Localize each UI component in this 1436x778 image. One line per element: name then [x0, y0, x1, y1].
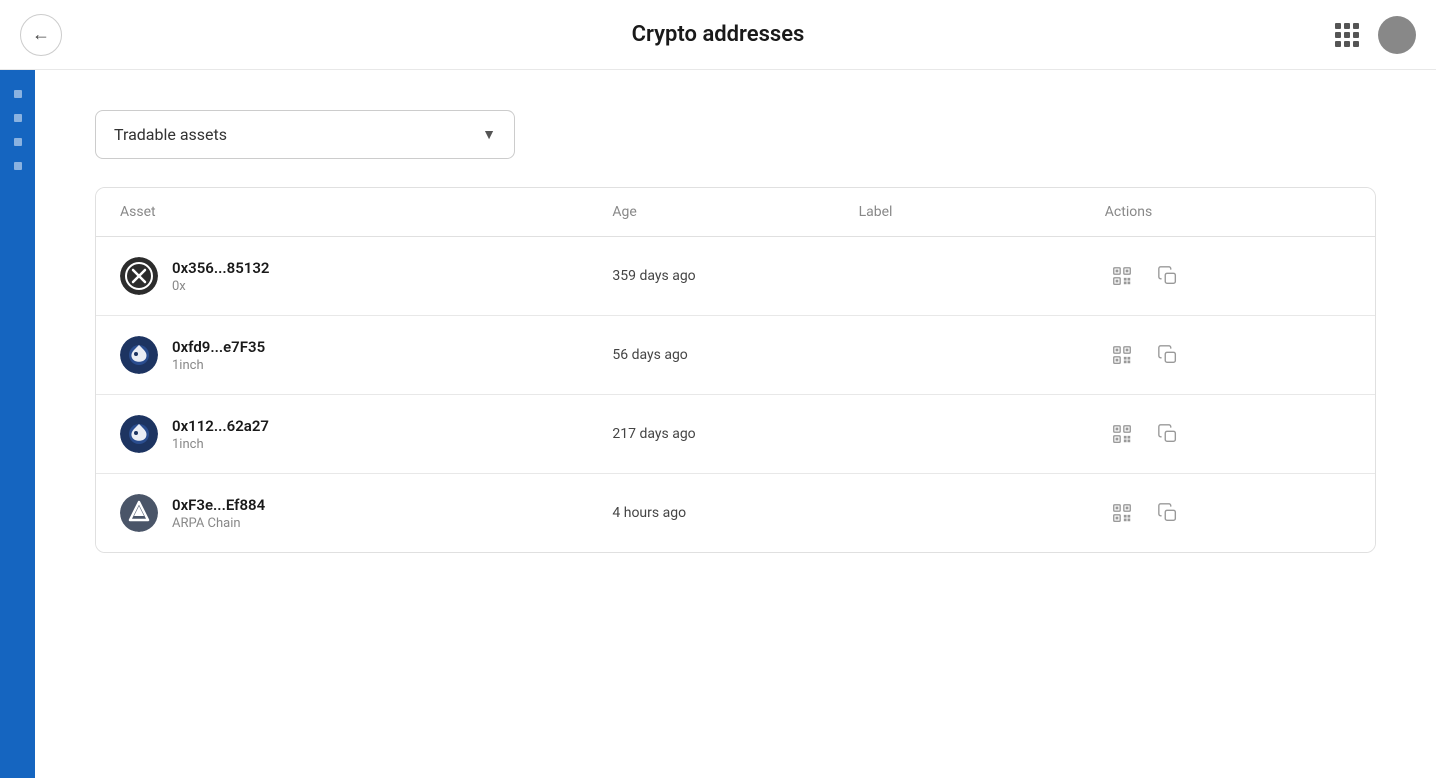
asset-cell: 0xfd9...e7F35 1inch — [120, 336, 612, 374]
actions-cell — [1105, 338, 1351, 372]
copy-button[interactable] — [1151, 259, 1185, 293]
asset-icon-1inch-1 — [120, 336, 158, 374]
copy-button[interactable] — [1151, 338, 1185, 372]
asset-info: 0x356...85132 0x — [172, 259, 270, 294]
table-row: 0xfd9...e7F35 1inch 56 days ago — [96, 316, 1375, 395]
actions-cell — [1105, 496, 1351, 530]
age-cell: 359 days ago — [612, 268, 858, 284]
age-cell: 217 days ago — [612, 426, 858, 442]
col-header-age: Age — [612, 204, 858, 220]
addresses-table: Asset Age Label Actions — [95, 187, 1376, 553]
qr-code-button[interactable] — [1105, 259, 1139, 293]
asset-cell: 0x356...85132 0x — [120, 257, 612, 295]
age-cell: 56 days ago — [612, 347, 858, 363]
qr-code-button[interactable] — [1105, 496, 1139, 530]
dropdown-label: Tradable assets — [114, 125, 227, 144]
qr-code-button[interactable] — [1105, 338, 1139, 372]
main-content: Tradable assets ▼ Asset Age Label Action… — [35, 70, 1436, 778]
asset-address: 0x356...85132 — [172, 259, 270, 277]
table-row: 0x112...62a27 1inch 217 days ago — [96, 395, 1375, 474]
apps-icon-button[interactable] — [1328, 16, 1366, 54]
asset-cell: 0x112...62a27 1inch — [120, 415, 612, 453]
sidebar-item-2 — [14, 114, 22, 122]
sidebar — [0, 70, 35, 778]
asset-address: 0xfd9...e7F35 — [172, 338, 265, 356]
asset-token-name: ARPA Chain — [172, 516, 265, 531]
sidebar-item-4 — [14, 162, 22, 170]
col-header-actions: Actions — [1105, 204, 1351, 220]
asset-token-name: 1inch — [172, 437, 269, 452]
asset-icon-1inch-2 — [120, 415, 158, 453]
asset-info: 0x112...62a27 1inch — [172, 417, 269, 452]
tradable-assets-dropdown[interactable]: Tradable assets ▼ — [95, 110, 515, 159]
table-row: 0x356...85132 0x 359 days ago — [96, 237, 1375, 316]
asset-icon-0x — [120, 257, 158, 295]
asset-cell: 0xF3e...Ef884 ARPA Chain — [120, 494, 612, 532]
age-cell: 4 hours ago — [612, 505, 858, 521]
asset-icon-arpa — [120, 494, 158, 532]
actions-cell — [1105, 259, 1351, 293]
chevron-down-icon: ▼ — [482, 126, 496, 143]
col-header-label: Label — [859, 204, 1105, 220]
header-left: ← — [20, 14, 62, 56]
asset-token-name: 0x — [172, 279, 270, 294]
main-layout: Tradable assets ▼ Asset Age Label Action… — [0, 70, 1436, 778]
copy-button[interactable] — [1151, 496, 1185, 530]
table-header: Asset Age Label Actions — [96, 188, 1375, 237]
user-avatar[interactable] — [1378, 16, 1416, 54]
back-button[interactable]: ← — [20, 14, 62, 56]
sidebar-item-3 — [14, 138, 22, 146]
page-title: Crypto addresses — [632, 22, 805, 47]
asset-info: 0xF3e...Ef884 ARPA Chain — [172, 496, 265, 531]
sidebar-item-1 — [14, 90, 22, 98]
copy-button[interactable] — [1151, 417, 1185, 451]
asset-address: 0x112...62a27 — [172, 417, 269, 435]
table-row: 0xF3e...Ef884 ARPA Chain 4 hours ago — [96, 474, 1375, 552]
filter-dropdown-wrapper: Tradable assets ▼ — [95, 110, 1376, 159]
page-header: ← Crypto addresses — [0, 0, 1436, 70]
qr-code-button[interactable] — [1105, 417, 1139, 451]
asset-address: 0xF3e...Ef884 — [172, 496, 265, 514]
asset-info: 0xfd9...e7F35 1inch — [172, 338, 265, 373]
col-header-asset: Asset — [120, 204, 612, 220]
header-right — [1328, 16, 1416, 54]
actions-cell — [1105, 417, 1351, 451]
apps-grid-icon — [1335, 23, 1359, 47]
asset-token-name: 1inch — [172, 358, 265, 373]
